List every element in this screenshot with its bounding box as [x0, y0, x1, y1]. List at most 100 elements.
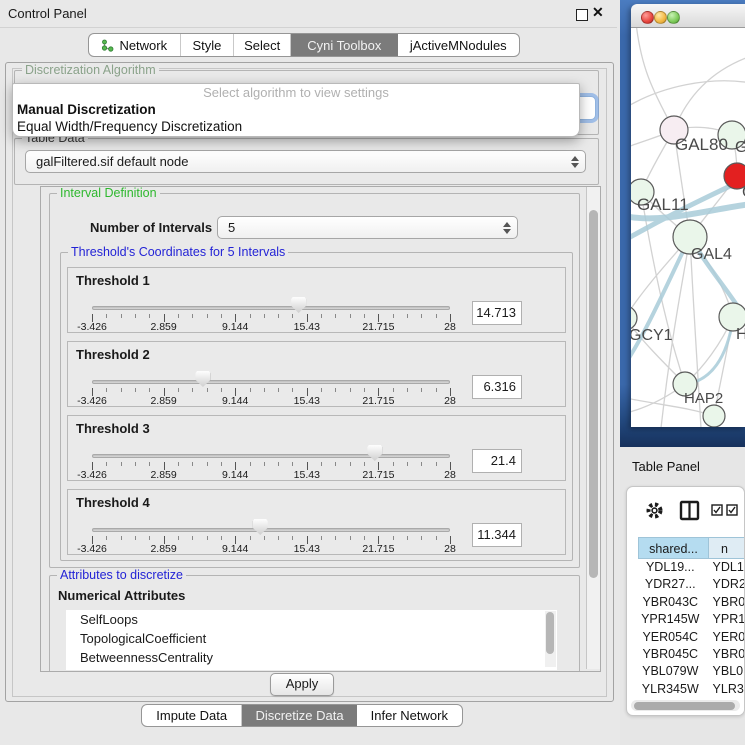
tick-mark [221, 388, 222, 392]
tick-label: 2.859 [150, 395, 176, 407]
tick-mark [121, 536, 122, 540]
cell-shared-name[interactable]: YPR145W [638, 611, 703, 628]
tab-impute-data[interactable]: Impute Data [142, 705, 242, 726]
table-row[interactable]: YBR045CYBR0 [638, 646, 745, 663]
cell-shared-name[interactable]: YDR27... [638, 576, 703, 593]
tick-label: 9.144 [222, 469, 248, 481]
table-row[interactable]: YBL079WYBL0 [638, 663, 745, 680]
slider-track[interactable] [92, 306, 450, 310]
tab-jactivemnodules[interactable]: jActiveMNodules [398, 34, 519, 56]
table-row[interactable]: YLR345WYLR3 [638, 681, 745, 698]
cell-shared-name[interactable]: YBL079W [638, 663, 703, 680]
table-data-combobox[interactable]: galFiltered.sif default node [25, 150, 586, 173]
slider-thumb[interactable] [253, 519, 268, 535]
slider-track[interactable] [92, 528, 450, 532]
tick-mark [321, 314, 322, 318]
horizontal-scrollbar[interactable] [631, 700, 740, 711]
tab-label: jActiveMNodules [410, 38, 507, 53]
table-row[interactable]: YDL19...YDL1 [638, 559, 745, 576]
tab-discretize-data[interactable]: Discretize Data [242, 705, 356, 726]
checkbox-icon[interactable] [711, 504, 723, 516]
threshold-label: Threshold 1 [76, 273, 150, 288]
algorithm-option-equal-width-frequency-discretization[interactable]: Equal Width/Frequency Discretization [13, 118, 579, 135]
tab-select[interactable]: Select [234, 34, 291, 56]
table-row[interactable]: YPR145WYPR1 [638, 611, 745, 628]
cell-name[interactable]: YBR0 [703, 646, 745, 663]
table-row[interactable]: YBR043CYBR0 [638, 594, 745, 611]
tick-label: -3.426 [77, 321, 107, 333]
attributes-group-title: Attributes to discretize [57, 568, 186, 582]
network-canvas[interactable]: GAL80GACGAL11GAL4GCY1HHAP2 [631, 28, 745, 427]
apply-button[interactable]: Apply [270, 673, 334, 696]
scrollbar-thumb[interactable] [634, 702, 735, 710]
tick-mark [407, 314, 408, 318]
cell-shared-name[interactable]: YDL19... [638, 559, 703, 576]
tab-label: Infer Network [371, 708, 448, 723]
cell-name[interactable]: YER0 [703, 629, 745, 646]
gear-icon[interactable] [645, 501, 664, 520]
threshold-label: Threshold 3 [76, 421, 150, 436]
tab-label: Style [193, 38, 222, 53]
tab-infer-network[interactable]: Infer Network [357, 705, 462, 726]
slider-thumb[interactable] [195, 371, 210, 387]
node-label: HAP2 [684, 390, 723, 407]
tab-network[interactable]: Network [89, 34, 181, 56]
attribute-item-topologicalcoefficient[interactable]: TopologicalCoefficient [66, 629, 557, 648]
cell-shared-name[interactable]: YBR045C [638, 646, 703, 663]
cell-name[interactable]: YPR1 [703, 611, 745, 628]
slider-thumb[interactable] [291, 297, 306, 313]
tick-mark [321, 536, 322, 540]
cell-name[interactable]: YDR2 [703, 576, 745, 593]
cell-name[interactable]: YBL0 [703, 663, 745, 680]
tick-label: -3.426 [77, 395, 107, 407]
cell-shared-name[interactable]: YLR345W [638, 681, 703, 698]
algorithm-option-manual-discretization[interactable]: Manual Discretization [13, 101, 579, 118]
cell-shared-name[interactable]: YER054C [638, 629, 703, 646]
tick-mark [106, 388, 107, 392]
column-header-name[interactable]: n [709, 537, 745, 559]
tick-mark [421, 314, 422, 318]
slider-thumb[interactable] [367, 445, 382, 461]
attribute-item-betweennesscentrality[interactable]: BetweennessCentrality [66, 648, 557, 667]
zoom-traffic-light-icon[interactable] [667, 11, 680, 24]
threshold-value-field[interactable]: 6.316 [472, 375, 522, 399]
threshold-value-field[interactable]: 21.4 [472, 449, 522, 473]
threshold-value-field[interactable]: 11.344 [472, 523, 522, 547]
tick-mark [207, 462, 208, 466]
cell-shared-name[interactable]: YBR043C [638, 594, 703, 611]
network-icon [101, 39, 114, 52]
tick-mark [321, 388, 322, 392]
threshold-value-field[interactable]: 14.713 [472, 301, 522, 325]
tick-mark [207, 536, 208, 540]
number-of-intervals-label: Number of Intervals [90, 220, 212, 235]
float-window-icon[interactable] [576, 9, 588, 21]
list-scrollbar[interactable] [545, 611, 556, 667]
vertical-scrollbar[interactable] [586, 187, 600, 669]
minimize-traffic-light-icon[interactable] [654, 11, 667, 24]
cell-name[interactable]: YBR0 [703, 594, 745, 611]
attribute-item-selfloops[interactable]: SelfLoops [66, 610, 557, 629]
scrollbar-thumb[interactable] [589, 210, 598, 578]
slider-track[interactable] [92, 380, 450, 384]
cell-name[interactable]: YDL1 [703, 559, 745, 576]
tab-label: Select [244, 38, 280, 53]
tick-mark [250, 536, 251, 540]
node-label: H [736, 326, 745, 343]
column-header-shared-name[interactable]: shared... [638, 537, 709, 559]
number-of-intervals-combobox[interactable]: 5 [217, 216, 518, 239]
cell-name[interactable]: YLR3 [703, 681, 745, 698]
close-traffic-light-icon[interactable] [641, 11, 654, 24]
checkbox-icon[interactable] [726, 504, 738, 516]
table-row[interactable]: YDR27...YDR2 [638, 576, 745, 593]
tick-mark [135, 388, 136, 392]
network-window-titlebar[interactable] [631, 4, 745, 28]
tab-cyni-toolbox[interactable]: Cyni Toolbox [291, 34, 398, 56]
close-icon[interactable]: ✕ [592, 4, 604, 21]
slider-track[interactable] [92, 454, 450, 458]
network-node[interactable] [703, 405, 725, 427]
split-columns-icon[interactable] [679, 500, 700, 521]
numerical-attributes-list[interactable]: SelfLoopsTopologicalCoefficientBetweenne… [66, 610, 557, 670]
tab-style[interactable]: Style [181, 34, 235, 56]
tick-label: 28 [444, 543, 456, 555]
table-row[interactable]: YER054CYER0 [638, 629, 745, 646]
